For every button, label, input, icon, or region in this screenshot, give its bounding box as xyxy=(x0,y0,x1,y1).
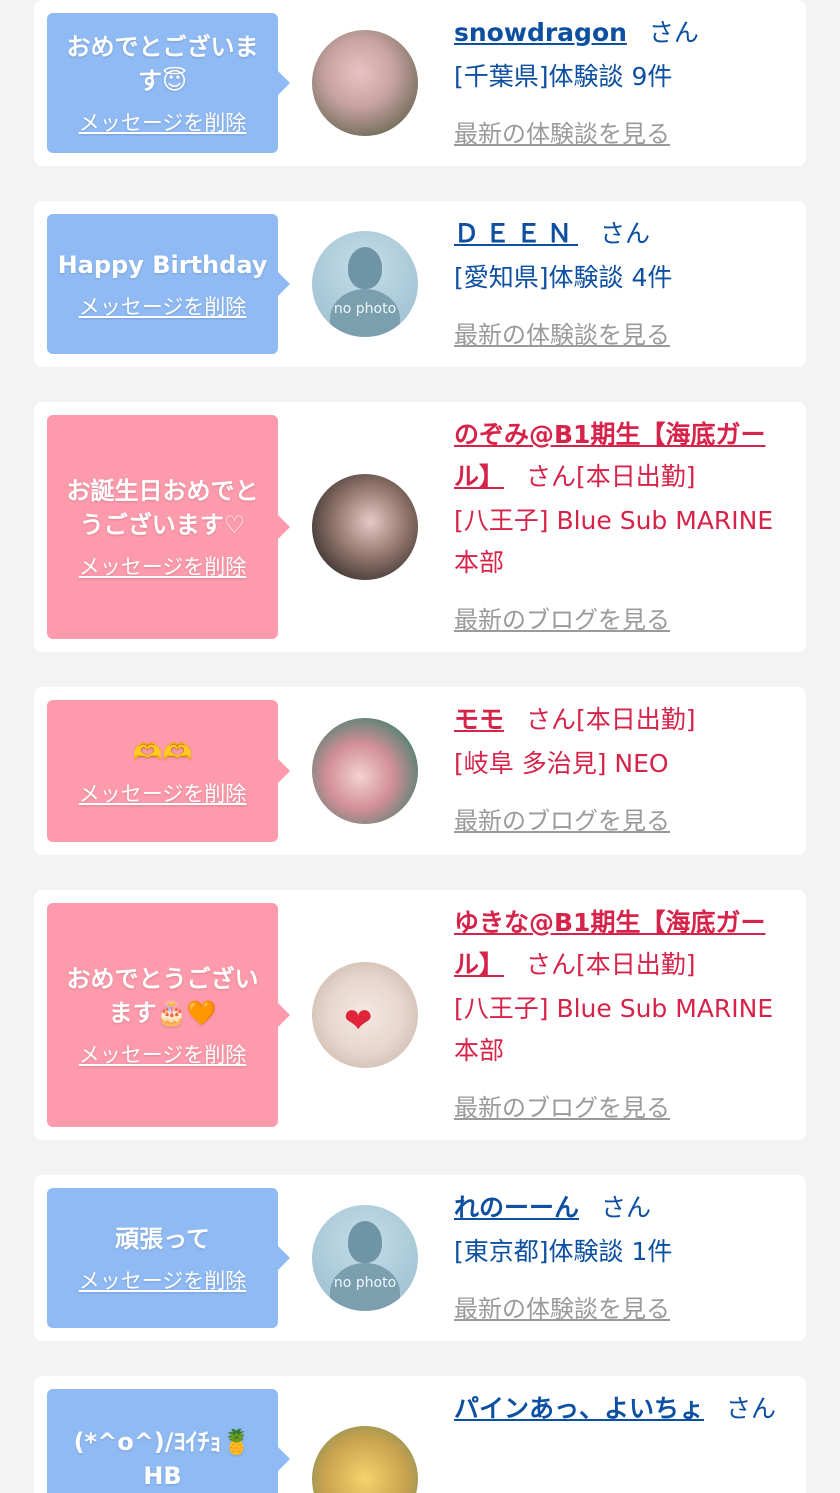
honorific: さん xyxy=(601,1193,652,1222)
message-text: お誕生日おめでとうございます♡ xyxy=(66,477,259,539)
delete-message-link[interactable]: メッセージを削除 xyxy=(79,554,247,580)
sender-detail: [愛知県]体験談 4件 xyxy=(454,263,673,292)
message-card: おめでとうございます🎂🧡 メッセージを削除 ❤ ゆきな@B1期生【海底ガール】さ… xyxy=(34,890,806,1140)
no-photo-avatar[interactable]: no photo xyxy=(312,1205,418,1311)
message-card: 🫶🫶 メッセージを削除 モモ さん[本日出勤] [岐阜 多治見] NEO 最新のブ… xyxy=(34,687,806,855)
sender-info: snowdragon さん [千葉県]体験談 9件 最新の体験談を見る xyxy=(454,12,790,149)
shop-info: [八王子] Blue Sub MARINE本部 xyxy=(454,994,774,1065)
latest-blog-link[interactable]: 最新のブログを見る xyxy=(454,600,670,635)
avatar[interactable] xyxy=(312,474,418,580)
message-bubble: 頑張って メッセージを削除 xyxy=(47,1188,290,1328)
no-photo-avatar[interactable]: no photo xyxy=(312,231,418,337)
honorific: さん xyxy=(526,462,577,491)
message-card: おめでとございます😇 メッセージを削除 snowdragon さん [千葉県]体験… xyxy=(34,0,806,166)
delete-message-link[interactable]: メッセージを削除 xyxy=(79,781,247,807)
message-text: おめでとございます😇 xyxy=(66,33,259,95)
sender-info: モモ さん[本日出勤] [岐阜 多治見] NEO 最新のブログを見る xyxy=(454,699,790,836)
message-bubble: (*^o^)/ﾖｲﾁｮ🍍HB xyxy=(47,1389,290,1493)
delete-message-link[interactable]: メッセージを削除 xyxy=(79,1042,247,1068)
message-bubble: おめでとございます😇 メッセージを削除 xyxy=(47,13,290,153)
sender-name-link[interactable]: れのーーん xyxy=(454,1193,579,1222)
shop-info: [八王子] Blue Sub MARINE本部 xyxy=(454,506,774,577)
latest-blog-link[interactable]: 最新のブログを見る xyxy=(454,1088,670,1123)
honorific: さん xyxy=(600,219,651,248)
honorific: さん xyxy=(526,950,577,979)
message-bubble: お誕生日おめでとうございます♡ メッセージを削除 xyxy=(47,415,290,639)
sender-name-link[interactable]: モモ xyxy=(454,705,504,734)
avatar[interactable] xyxy=(312,30,418,136)
on-duty-badge: [本日出勤] xyxy=(576,462,696,491)
latest-blog-link[interactable]: 最新のブログを見る xyxy=(454,801,670,836)
sender-info: のぞみ@B1期生【海底ガール】 さん[本日出勤] [八王子] Blue Sub M… xyxy=(454,414,790,635)
sender-name-link[interactable]: パインあっ、よいちょ xyxy=(454,1394,704,1423)
sender-info: ＤＥＥＮ さん [愛知県]体験談 4件 最新の体験談を見る xyxy=(454,213,790,350)
message-text: おめでとうございます🎂🧡 xyxy=(66,965,259,1027)
message-card: お誕生日おめでとうございます♡ メッセージを削除 のぞみ@B1期生【海底ガール】… xyxy=(34,402,806,652)
honorific: さん xyxy=(648,18,699,47)
avatar[interactable]: ❤ xyxy=(312,962,418,1068)
avatar[interactable] xyxy=(312,718,418,824)
delete-message-link[interactable]: メッセージを削除 xyxy=(79,1268,247,1294)
message-card: (*^o^)/ﾖｲﾁｮ🍍HB パインあっ、よいちょ さん xyxy=(34,1376,806,1493)
delete-message-link[interactable]: メッセージを削除 xyxy=(79,294,247,320)
message-text: 🫶🫶 xyxy=(132,738,193,766)
message-card: Happy Birthday メッセージを削除 no photo ＤＥＥＮ さん … xyxy=(34,201,806,367)
latest-review-link[interactable]: 最新の体験談を見る xyxy=(454,315,670,350)
sender-info: パインあっ、よいちょ さん xyxy=(454,1388,790,1430)
delete-message-link[interactable]: メッセージを削除 xyxy=(79,110,247,136)
sender-name-link[interactable]: ＤＥＥＮ xyxy=(454,219,578,248)
message-text: 頑張って xyxy=(115,1225,210,1253)
avatar[interactable] xyxy=(312,1426,418,1493)
latest-review-link[interactable]: 最新の体験談を見る xyxy=(454,114,670,149)
message-bubble: Happy Birthday メッセージを削除 xyxy=(47,214,290,354)
on-duty-badge: [本日出勤] xyxy=(576,705,696,734)
sender-info: れのーーん さん [東京都]体験談 1件 最新の体験談を見る xyxy=(454,1187,790,1324)
shop-info: [岐阜 多治見] NEO xyxy=(454,749,669,778)
on-duty-badge: [本日出勤] xyxy=(576,950,696,979)
honorific: さん xyxy=(526,705,577,734)
no-photo-label: no photo xyxy=(333,301,397,317)
sender-name-link[interactable]: snowdragon xyxy=(454,18,627,47)
sender-detail: [千葉県]体験談 9件 xyxy=(454,62,673,91)
sender-detail: [東京都]体験談 1件 xyxy=(454,1237,673,1266)
latest-review-link[interactable]: 最新の体験談を見る xyxy=(454,1289,670,1324)
message-card: 頑張って メッセージを削除 no photo れのーーん さん [東京都]体験談 … xyxy=(34,1175,806,1341)
silhouette-icon xyxy=(348,247,382,289)
honorific: さん xyxy=(726,1394,777,1423)
message-text: Happy Birthday xyxy=(57,251,268,279)
heart-icon: ❤ xyxy=(344,1001,373,1041)
silhouette-icon xyxy=(348,1221,382,1263)
sender-info: ゆきな@B1期生【海底ガール】 さん[本日出勤] [八王子] Blue Sub M… xyxy=(454,902,790,1123)
message-bubble: おめでとうございます🎂🧡 メッセージを削除 xyxy=(47,903,290,1127)
message-text: (*^o^)/ﾖｲﾁｮ🍍HB xyxy=(73,1428,252,1490)
no-photo-label: no photo xyxy=(333,1275,397,1291)
message-bubble: 🫶🫶 メッセージを削除 xyxy=(47,700,290,842)
